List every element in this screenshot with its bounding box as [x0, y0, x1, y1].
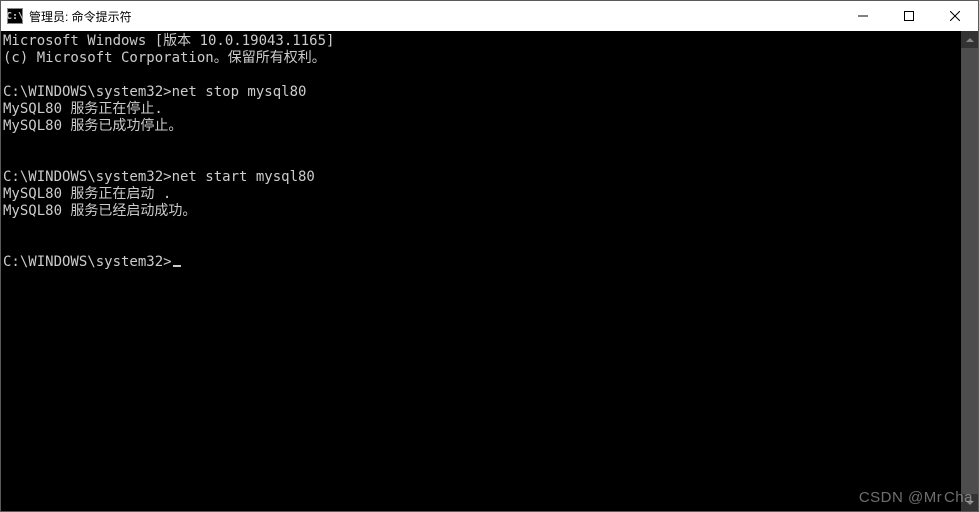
terminal-area: Microsoft Windows [版本 10.0.19043.1165] (… — [1, 31, 978, 511]
minimize-icon — [858, 11, 868, 21]
chevron-down-icon — [966, 501, 974, 505]
text-cursor — [173, 265, 181, 267]
scroll-thumb[interactable] — [961, 48, 978, 494]
scroll-down-arrow[interactable] — [961, 494, 978, 511]
app-icon: C:\ — [7, 8, 23, 24]
close-button[interactable] — [932, 1, 978, 31]
chevron-up-icon — [966, 38, 974, 42]
scroll-track[interactable] — [961, 48, 978, 494]
app-icon-label: C:\ — [6, 11, 24, 22]
maximize-icon — [904, 11, 914, 21]
close-icon — [950, 11, 960, 21]
scroll-up-arrow[interactable] — [961, 31, 978, 48]
maximize-button[interactable] — [886, 1, 932, 31]
minimize-button[interactable] — [840, 1, 886, 31]
window-title: 管理员: 命令提示符 — [29, 8, 840, 25]
command-prompt-window: C:\ 管理员: 命令提示符 Microsoft Windows [版本 10.… — [0, 0, 979, 512]
vertical-scrollbar[interactable] — [961, 31, 978, 511]
window-controls — [840, 1, 978, 31]
terminal-output[interactable]: Microsoft Windows [版本 10.0.19043.1165] (… — [1, 31, 961, 511]
titlebar[interactable]: C:\ 管理员: 命令提示符 — [1, 1, 978, 31]
